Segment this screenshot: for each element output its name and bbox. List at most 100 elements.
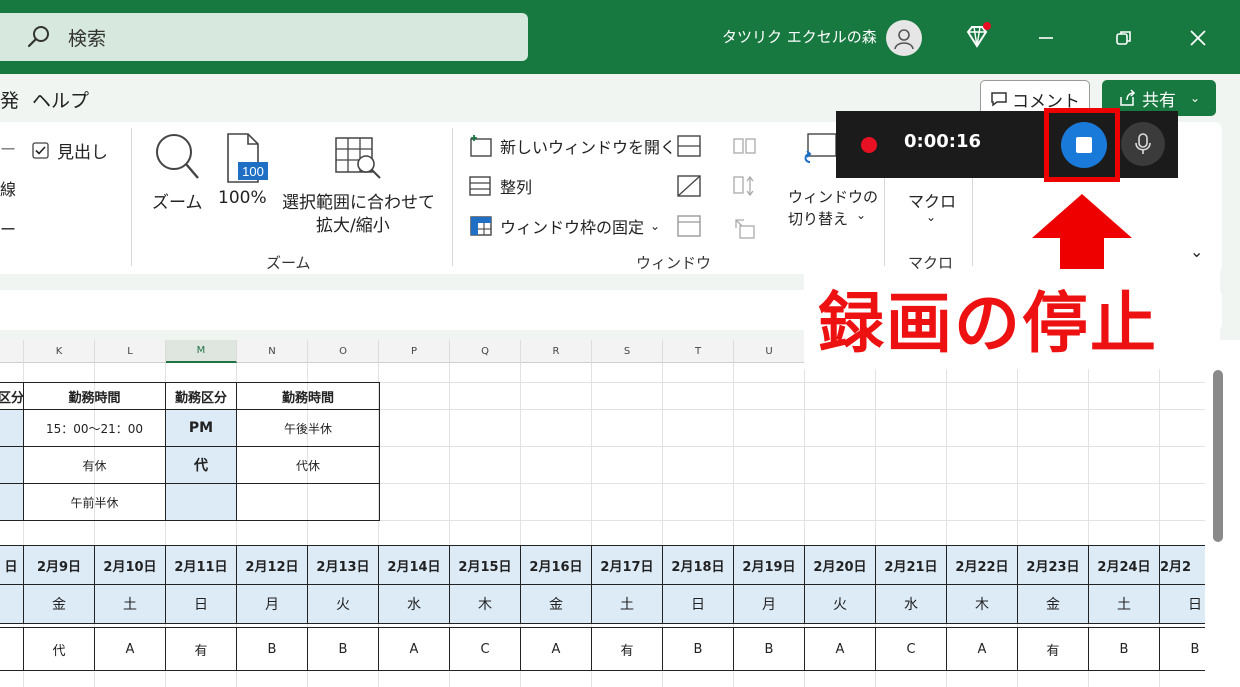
weekday-cell[interactable]: 日 (662, 584, 734, 624)
search-box[interactable]: 検索 (0, 13, 528, 61)
weekday-cell[interactable]: 金 (520, 584, 592, 624)
shift-cell[interactable]: 有 (1017, 627, 1089, 671)
macro-button[interactable]: マクロ (908, 188, 956, 212)
weekday-cell[interactable]: 火 (307, 584, 379, 624)
weekday-cell[interactable] (0, 584, 24, 624)
worksheet-grid[interactable]: KLMNOPQRSTU 区分 勤務時間 勤務区分 勤務時間 15：00～21：0… (0, 340, 1205, 687)
zoom-100-label: 100% (218, 188, 267, 208)
zoom-button[interactable] (150, 130, 206, 190)
date-cell[interactable]: 2月21日 (875, 545, 947, 585)
premium-diamond-icon[interactable] (962, 22, 992, 52)
date-cell[interactable]: 2月10日 (94, 545, 166, 585)
microphone-button[interactable] (1121, 122, 1165, 166)
weekday-cell[interactable]: 土 (591, 584, 663, 624)
weekday-cell[interactable]: 月 (733, 584, 805, 624)
minimize-button[interactable] (1026, 18, 1066, 58)
date-cell[interactable]: 2月2 (1159, 545, 1205, 585)
shift-cell[interactable]: B (733, 627, 805, 671)
weekday-cell[interactable]: 木 (946, 584, 1018, 624)
shift-cell[interactable]: A (520, 627, 592, 671)
date-cell[interactable]: 2月9日 (23, 545, 95, 585)
freeze-panes-button[interactable]: ウィンドウ枠の固定 ⌄ (468, 214, 660, 238)
column-header[interactable]: N (237, 340, 308, 363)
shift-cell[interactable] (0, 627, 24, 671)
date-cell[interactable]: 2月11日 (165, 545, 237, 585)
unhide-icon[interactable] (676, 214, 702, 238)
column-header[interactable]: S (592, 340, 663, 363)
tab-help[interactable]: ヘルプ (32, 86, 89, 113)
date-cell[interactable]: 2月24日 (1088, 545, 1160, 585)
sync-scroll-icon[interactable] (732, 174, 758, 198)
shift-cell[interactable]: A (946, 627, 1018, 671)
shift-cell[interactable]: B (662, 627, 734, 671)
ribbon-partial-b: 線 (0, 180, 17, 199)
shift-cell[interactable]: 有 (165, 627, 237, 671)
shift-cell[interactable]: B (1159, 627, 1205, 671)
shift-cell[interactable]: C (875, 627, 947, 671)
column-header[interactable]: O (308, 340, 379, 363)
weekday-cell[interactable]: 木 (449, 584, 521, 624)
view-side-by-side-icon[interactable] (732, 136, 758, 158)
column-header[interactable] (0, 340, 24, 363)
column-header[interactable]: L (95, 340, 166, 363)
new-window-button[interactable]: 新しいウィンドウを開く (468, 134, 676, 158)
zoom-to-selection-button[interactable] (334, 134, 384, 186)
date-cell[interactable]: 2月12日 (236, 545, 308, 585)
headings-checkbox[interactable]: 見出し (32, 138, 108, 163)
shift-cell[interactable]: B (1088, 627, 1160, 671)
date-cell[interactable]: 2月18日 (662, 545, 734, 585)
highlight-box (1044, 108, 1120, 182)
date-cell[interactable]: 2月17日 (591, 545, 663, 585)
shift-cell[interactable]: A (378, 627, 450, 671)
shift-cell[interactable]: A (94, 627, 166, 671)
collapse-ribbon-icon[interactable]: ⌄ (1190, 242, 1203, 261)
column-header[interactable]: U (734, 340, 805, 363)
weekday-cell[interactable]: 土 (1088, 584, 1160, 624)
date-cell[interactable]: 日 (0, 545, 24, 585)
column-header[interactable]: P (379, 340, 450, 363)
shift-cell[interactable]: C (449, 627, 521, 671)
close-button[interactable] (1178, 18, 1218, 58)
weekday-cell[interactable]: 金 (23, 584, 95, 624)
vertical-scrollbar[interactable] (1205, 340, 1240, 687)
weekday-cell[interactable]: 土 (94, 584, 166, 624)
user-name[interactable]: タツリク エクセルの森 (722, 26, 877, 47)
column-header[interactable]: R (521, 340, 592, 363)
date-cell[interactable]: 2月22日 (946, 545, 1018, 585)
avatar[interactable] (886, 20, 922, 56)
date-cell[interactable]: 2月14日 (378, 545, 450, 585)
reset-window-icon[interactable] (732, 216, 758, 240)
tab-partial[interactable]: 発 (0, 86, 19, 113)
weekday-cell[interactable]: 金 (1017, 584, 1089, 624)
zoom-100-button[interactable]: 100 (224, 132, 270, 188)
shift-cell[interactable]: A (804, 627, 876, 671)
weekday-cell[interactable]: 日 (165, 584, 237, 624)
shift-cell[interactable]: B (236, 627, 308, 671)
column-header[interactable]: T (663, 340, 734, 363)
legend-header-cell: 勤務時間 (236, 382, 380, 410)
column-header[interactable]: Q (450, 340, 521, 363)
weekday-cell[interactable]: 水 (378, 584, 450, 624)
weekday-cell[interactable]: 火 (804, 584, 876, 624)
date-cell[interactable]: 2月15日 (449, 545, 521, 585)
restore-button[interactable] (1104, 18, 1144, 58)
weekday-cell[interactable]: 水 (875, 584, 947, 624)
date-cell[interactable]: 2月13日 (307, 545, 379, 585)
shift-cell[interactable]: 代 (23, 627, 95, 671)
hide-icon[interactable] (676, 174, 702, 198)
date-cell[interactable]: 2月23日 (1017, 545, 1089, 585)
scrollbar-thumb[interactable] (1213, 370, 1223, 542)
weekday-cell[interactable]: 月 (236, 584, 308, 624)
column-header[interactable]: K (24, 340, 95, 363)
date-cell[interactable]: 2月19日 (733, 545, 805, 585)
date-cell[interactable]: 2月16日 (520, 545, 592, 585)
zoom-group-label: ズーム (266, 254, 311, 272)
shift-cell[interactable]: 有 (591, 627, 663, 671)
weekday-cell[interactable]: 日 (1159, 584, 1205, 624)
switch-window-button[interactable] (800, 132, 840, 180)
split-icon[interactable] (676, 134, 702, 158)
arrange-button[interactable]: 整列 (468, 174, 532, 198)
column-header[interactable]: M (166, 340, 237, 363)
date-cell[interactable]: 2月20日 (804, 545, 876, 585)
shift-cell[interactable]: B (307, 627, 379, 671)
